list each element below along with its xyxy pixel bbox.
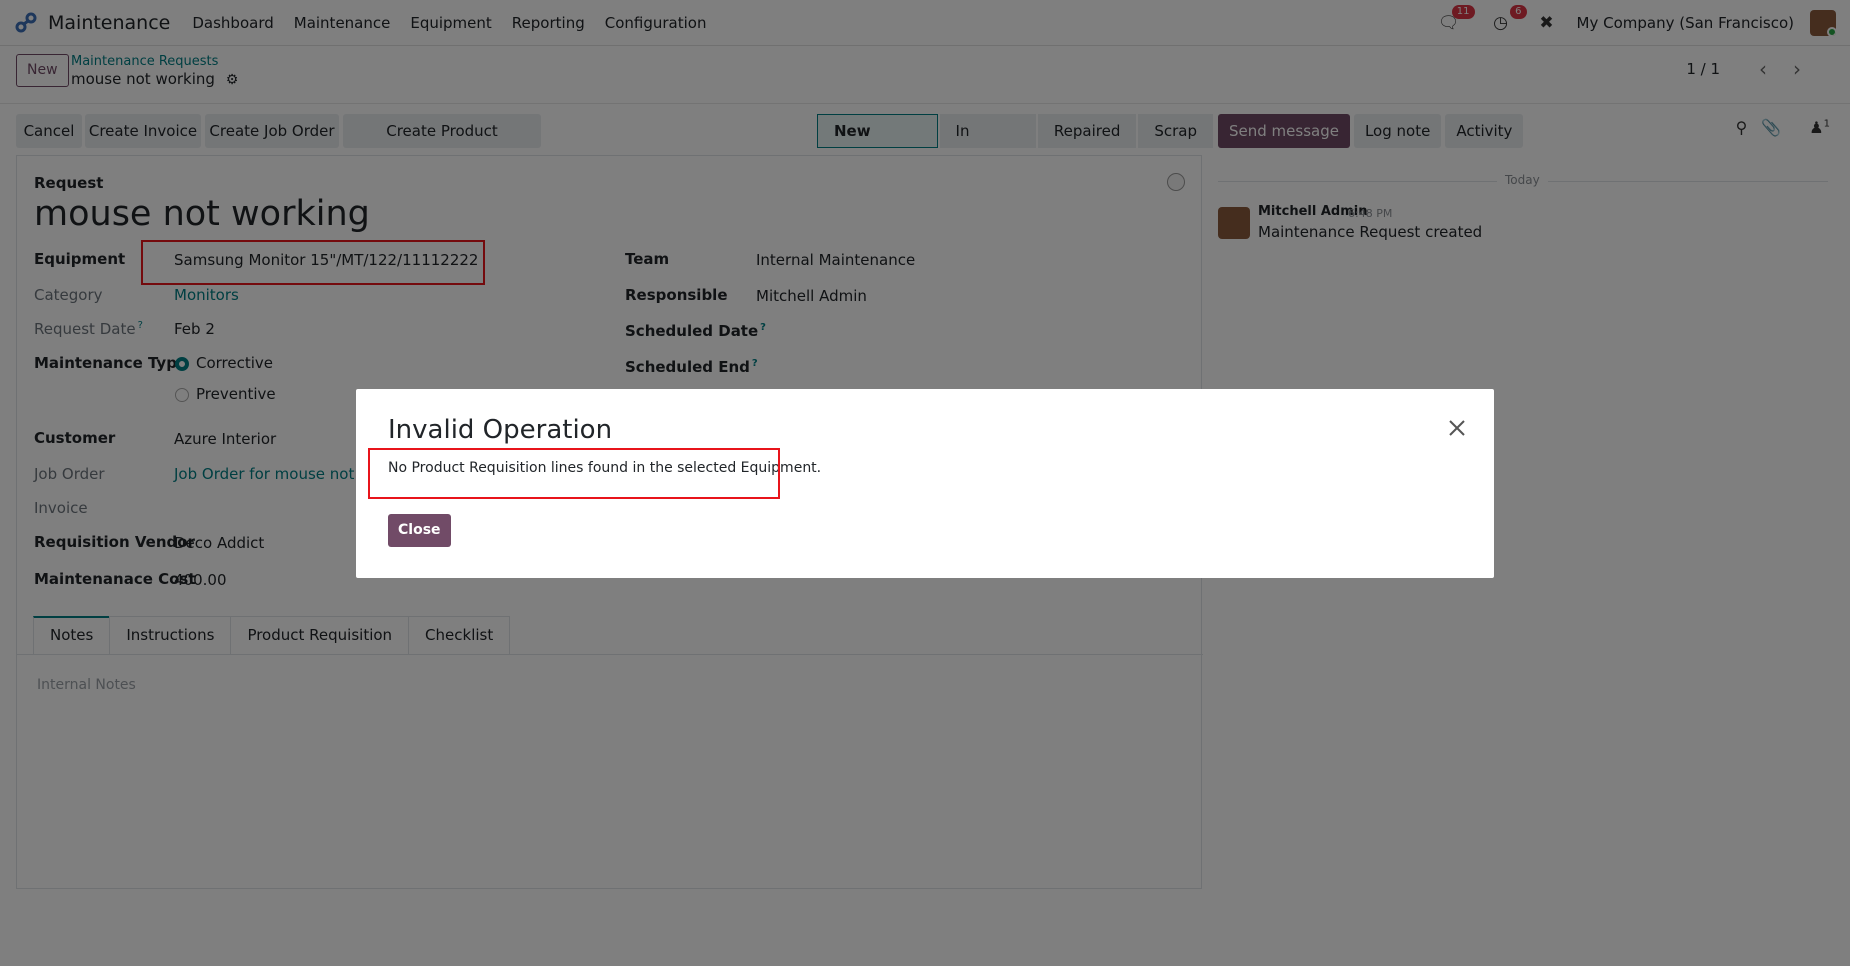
close-button[interactable]: Close: [388, 514, 451, 547]
dialog-title: Invalid Operation: [388, 415, 613, 445]
close-icon[interactable]: [1446, 417, 1468, 439]
invalid-operation-dialog: Invalid Operation No Product Requisition…: [356, 389, 1494, 578]
annotation-box-message: [368, 448, 780, 499]
